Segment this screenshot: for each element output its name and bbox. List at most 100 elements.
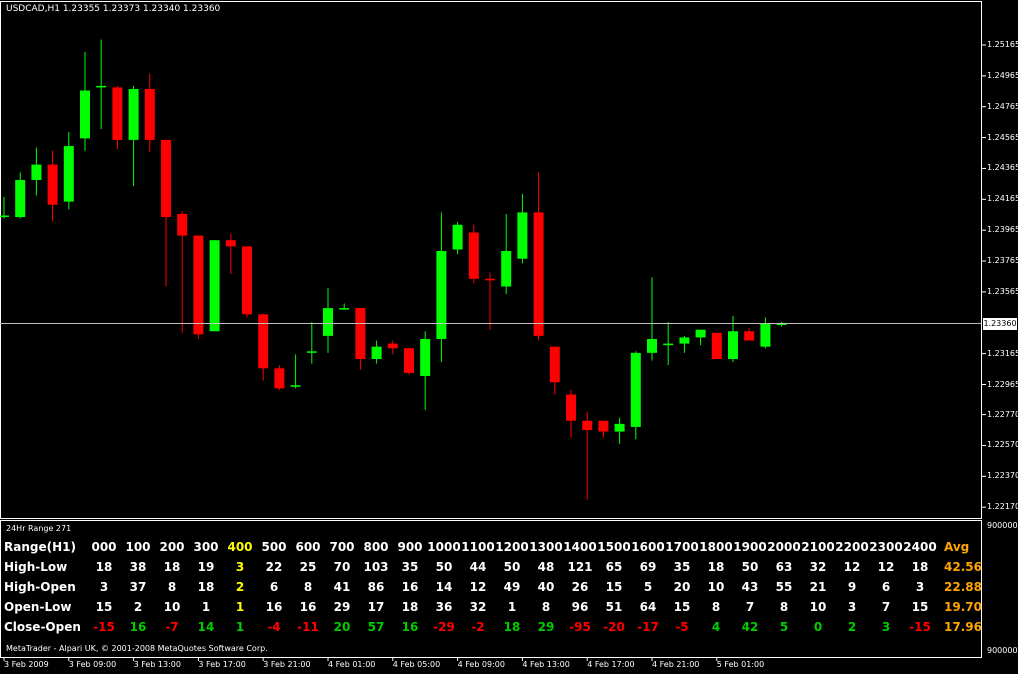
hour-column-header: 400 bbox=[227, 540, 253, 554]
candle bbox=[15, 172, 26, 219]
candle-body bbox=[614, 423, 625, 432]
candle-body bbox=[760, 323, 771, 347]
hour-column-header: 300 bbox=[193, 540, 219, 554]
candle bbox=[96, 39, 107, 130]
candle bbox=[549, 346, 560, 395]
table-cell: 8 bbox=[541, 600, 551, 614]
table-cell: 38 bbox=[129, 560, 147, 574]
table-cell: 3 bbox=[235, 560, 245, 574]
table-cell: 17 bbox=[367, 600, 385, 614]
candles-layer bbox=[0, 39, 787, 500]
time-axis-label: 4 Feb 09:00 bbox=[457, 660, 505, 669]
hour-column-header: 100 bbox=[125, 540, 151, 554]
table-cell: 1 bbox=[507, 600, 517, 614]
table-cell: 3 bbox=[99, 580, 109, 594]
candle bbox=[323, 288, 333, 353]
table-cell: 19 bbox=[197, 560, 215, 574]
table-cell: 15 bbox=[911, 600, 929, 614]
candle bbox=[452, 221, 463, 255]
table-cell: 12 bbox=[877, 560, 895, 574]
hour-column-header: 1500 bbox=[597, 540, 631, 554]
candle-body bbox=[647, 338, 657, 353]
table-cell: 15 bbox=[95, 600, 113, 614]
table-cell: 12 bbox=[469, 580, 487, 594]
candle bbox=[582, 411, 593, 500]
symbol-ohlc-readout: USDCAD,H1 1.23355 1.23373 1.23340 1.2336… bbox=[6, 4, 221, 14]
table-cell: 29 bbox=[537, 620, 555, 634]
price-axis-label: 1.24765 bbox=[987, 101, 1018, 111]
candle bbox=[225, 234, 236, 275]
table-cell: 9 bbox=[847, 580, 857, 594]
time-axis-label: 4 Feb 13:00 bbox=[522, 660, 570, 669]
price-axis-label: 1.24365 bbox=[987, 163, 1018, 173]
price-axis-label: 1.24565 bbox=[987, 132, 1018, 142]
hour-column-header: 2300 bbox=[869, 540, 903, 554]
candle-body bbox=[371, 346, 382, 360]
table-cell: 41 bbox=[333, 580, 351, 594]
candle bbox=[290, 354, 301, 389]
table-header-row: Range(H1) 000 100 200 300 400 500 600 700 800 900 1… bbox=[0, 540, 985, 560]
table-cell: 50 bbox=[741, 560, 759, 574]
table-cell: 4 bbox=[711, 620, 721, 634]
candle bbox=[258, 314, 269, 381]
table-cell: 6 bbox=[881, 580, 891, 594]
candle-body bbox=[436, 251, 447, 339]
table-cell: 1 bbox=[201, 600, 211, 614]
table-cell: 2 bbox=[847, 620, 857, 634]
table-cell: 103 bbox=[363, 560, 389, 574]
row-label: High-Open bbox=[4, 580, 76, 594]
table-header-label: Range(H1) bbox=[4, 540, 76, 554]
table-cell: 64 bbox=[639, 600, 657, 614]
candle-body bbox=[242, 246, 252, 315]
table-cell: -15 bbox=[909, 620, 931, 634]
table-cell: 86 bbox=[367, 580, 385, 594]
table-cell: 32 bbox=[809, 560, 827, 574]
hour-column-header: 1200 bbox=[495, 540, 529, 554]
price-axis-label: 1.22965 bbox=[987, 379, 1018, 389]
candle-body bbox=[209, 240, 220, 332]
time-axis-label: 4 Feb 21:00 bbox=[652, 660, 700, 669]
table-cell: 49 bbox=[503, 580, 521, 594]
table-cell: 50 bbox=[435, 560, 453, 574]
candle bbox=[0, 196, 9, 219]
main-chart-border bbox=[0, 1, 982, 519]
candle bbox=[63, 132, 74, 210]
table-cell: 16 bbox=[401, 580, 419, 594]
hour-column-header: 1800 bbox=[699, 540, 733, 554]
table-cell: 44 bbox=[469, 560, 487, 574]
row-label: Close-Open bbox=[4, 620, 81, 634]
table-cell: -29 bbox=[433, 620, 455, 634]
table-cell: 18 bbox=[401, 600, 419, 614]
candle-body bbox=[355, 308, 366, 360]
table-cell: 40 bbox=[537, 580, 555, 594]
candle-body bbox=[15, 180, 26, 218]
candle-body bbox=[679, 337, 690, 344]
candle bbox=[31, 147, 42, 196]
price-axis-ticks bbox=[982, 44, 986, 508]
price-axis-label: 1.23965 bbox=[987, 225, 1018, 235]
candle bbox=[647, 277, 657, 361]
hour-column-header: 2200 bbox=[835, 540, 869, 554]
table-cell: 18 bbox=[503, 620, 521, 634]
table-cell: 26 bbox=[571, 580, 589, 594]
candle-body bbox=[161, 139, 171, 218]
table-cell: 21 bbox=[809, 580, 827, 594]
table-cell: 8 bbox=[303, 580, 313, 594]
table-cell: 36 bbox=[435, 600, 453, 614]
table-cell: 18 bbox=[95, 560, 113, 574]
table-cell: 1 bbox=[235, 600, 245, 614]
candle bbox=[468, 224, 479, 284]
table-cell: -95 bbox=[569, 620, 591, 634]
table-cell: -7 bbox=[165, 620, 179, 634]
candle bbox=[614, 417, 625, 444]
time-axis-label: 3 Feb 2009 bbox=[4, 660, 49, 669]
candle bbox=[177, 210, 188, 333]
candle-body bbox=[582, 420, 593, 431]
time-axis-label: 4 Feb 05:00 bbox=[392, 660, 441, 669]
table-cell: 16 bbox=[401, 620, 419, 634]
candle-body bbox=[420, 338, 431, 377]
candle bbox=[306, 322, 317, 364]
candle-body bbox=[452, 224, 463, 250]
candle bbox=[404, 348, 414, 375]
table-cell: 37 bbox=[129, 580, 147, 594]
